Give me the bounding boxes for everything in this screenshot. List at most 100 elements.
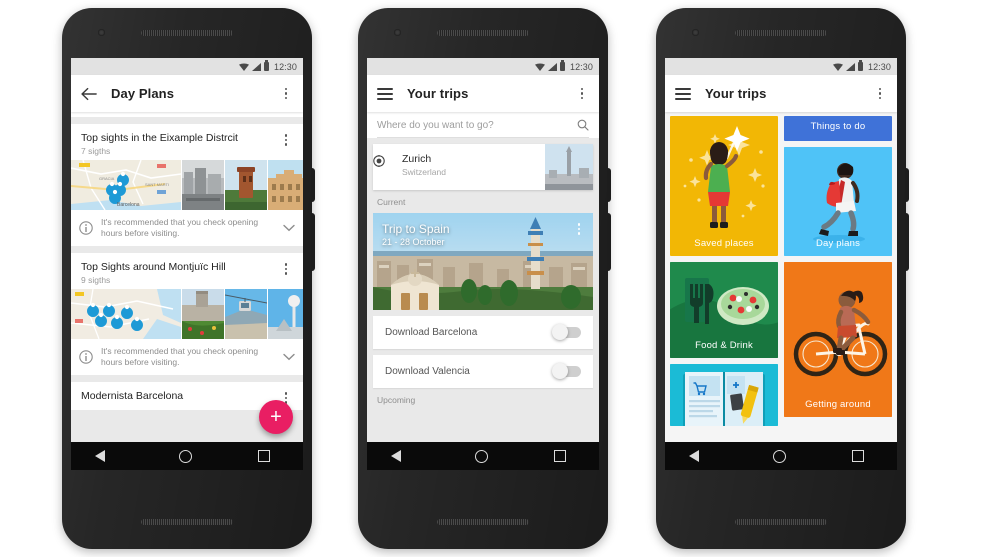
overflow-menu-icon[interactable] [572,221,586,237]
back-arrow-icon[interactable] [81,87,97,101]
status-bar: 12:30 [665,58,897,75]
screenshot-stage: 12:30 Day Plans Top sights in the Eixamp… [0,0,990,557]
nav-recents-icon[interactable] [852,450,865,462]
suggestion-thumbnail [545,144,593,190]
card-title: Top Sights around Montjuïc Hill [81,261,226,273]
add-plan-fab-label: + [270,406,282,428]
nav-back-icon[interactable] [688,450,708,462]
info-icon [79,350,93,364]
open-guidebook-illustration [670,364,778,426]
signal-icon [547,62,557,71]
card-header: Top sights in the Eixample Distrcit 7 si… [71,124,303,160]
phone-2-content[interactable]: Where do you want to go? Zurich Switzerl… [367,112,599,442]
phone-3-screen: 12:30 Your trips Saved places Food & Dri… [665,58,897,470]
nav-home-icon[interactable] [179,449,193,463]
search-input[interactable]: Where do you want to go? [377,120,577,131]
phone-1: 12:30 Day Plans Top sights in the Eixamp… [62,8,315,549]
zurich-photo [545,144,593,190]
nav-back-icon[interactable] [390,450,410,462]
search-icon[interactable] [577,119,589,131]
hamburger-menu-icon[interactable] [377,87,393,100]
photo-thumbnail[interactable] [225,160,267,210]
download-row[interactable]: Download Barcelona [373,316,593,349]
photo-strip[interactable] [71,289,303,339]
tower-sky-photo [268,289,303,339]
nav-back-icon[interactable] [94,450,114,462]
phone-1-content[interactable]: Top sights in the Eixample Distrcit 7 si… [71,112,303,442]
overflow-menu-icon[interactable] [279,86,293,102]
tile-guidebook[interactable] [670,364,778,426]
day-plan-card[interactable]: Top sights in the Eixample Distrcit 7 si… [71,124,303,246]
category-grid: Saved places Food & Drink Things to do D… [665,112,897,442]
tile-label: Things to do [810,121,866,132]
tile-label: Day plans [815,238,861,249]
map-thumbnail[interactable] [71,289,181,339]
grid-column-right: Things to do Day plans Getting around [784,116,892,442]
hamburger-menu-icon[interactable] [675,87,691,100]
overflow-menu-icon[interactable] [279,261,293,277]
tile-saved-places[interactable]: Saved places [670,116,778,256]
volume-button[interactable] [905,213,909,271]
nav-recents-icon[interactable] [258,450,271,462]
tile-food-and-drink[interactable]: Food & Drink [670,262,778,358]
card-note[interactable]: It's recommended that you check opening … [71,210,303,246]
chevron-down-icon[interactable] [283,224,295,232]
trip-title: Trip to Spain [382,222,450,236]
overflow-menu-icon[interactable] [279,132,293,148]
photo-thumbnail[interactable] [225,289,267,339]
battery-icon [559,60,565,71]
android-nav-bar [367,442,599,470]
power-button[interactable] [607,168,611,202]
add-plan-fab[interactable]: + [259,400,293,434]
cable-car-photo [225,289,267,339]
power-button[interactable] [311,168,315,202]
day-plan-card[interactable]: Top Sights around Montjuïc Hill 9 sigths [71,253,303,375]
photo-thumbnail[interactable] [182,289,224,339]
search-bar[interactable]: Where do you want to go? [377,119,589,138]
photo-thumbnail[interactable] [182,160,224,210]
overflow-menu-icon[interactable] [575,86,589,102]
phone-3-appbar: Your trips [665,75,897,112]
phone-2-appbar: Your trips [367,75,599,112]
nav-home-icon[interactable] [475,449,489,463]
phone-3-content[interactable]: Saved places Food & Drink Things to do D… [665,112,897,442]
card-header: Top Sights around Montjuïc Hill 9 sigths [71,253,303,289]
card-note[interactable]: It's recommended that you check opening … [71,339,303,375]
svg-text:SANT MARTI: SANT MARTI [145,182,169,187]
earpiece-speaker [735,30,827,36]
volume-button[interactable] [607,213,611,271]
info-icon [79,221,93,235]
map-thumbnail[interactable]: Barcelona GRACIA SANT MARTI [71,160,181,210]
tile-label: Getting around [805,399,871,410]
tile-getting-around[interactable]: Getting around [784,262,892,417]
download-row[interactable]: Download Valencia [373,355,593,388]
signal-icon [845,62,855,71]
castle-photo [182,289,224,339]
chevron-down-icon[interactable] [283,353,295,361]
nav-home-icon[interactable] [773,449,787,463]
earpiece-speaker [141,30,233,36]
front-camera-icon [692,29,699,36]
overflow-menu-icon[interactable] [873,86,887,102]
photo-thumbnail[interactable] [268,160,303,210]
tile-day-plans[interactable]: Day plans [784,147,892,256]
page-title: Day Plans [111,86,175,101]
nav-recents-icon[interactable] [554,450,567,462]
suggestion-country: Switzerland [402,167,446,177]
card-title: Top sights in the Eixample Distrcit [81,132,238,144]
grid-column-left: Saved places Food & Drink [670,116,778,442]
power-button[interactable] [905,168,909,202]
tile-things-to-do[interactable]: Things to do [784,116,892,141]
trip-card[interactable]: Trip to Spain 21 - 28 October [373,213,593,310]
photo-strip[interactable]: Barcelona GRACIA SANT MARTI [71,160,303,210]
suggestion-card[interactable]: Zurich Switzerland [373,144,593,190]
front-camera-icon [394,29,401,36]
section-label-upcoming: Upcoming [377,395,416,405]
download-toggle[interactable] [552,363,581,379]
trip-dates: 21 - 28 October [382,237,445,247]
download-toggle[interactable] [552,324,581,340]
status-time: 12:30 [867,61,891,72]
photo-thumbnail[interactable] [268,289,303,339]
volume-button[interactable] [311,213,315,271]
page-title: Your trips [705,86,767,101]
